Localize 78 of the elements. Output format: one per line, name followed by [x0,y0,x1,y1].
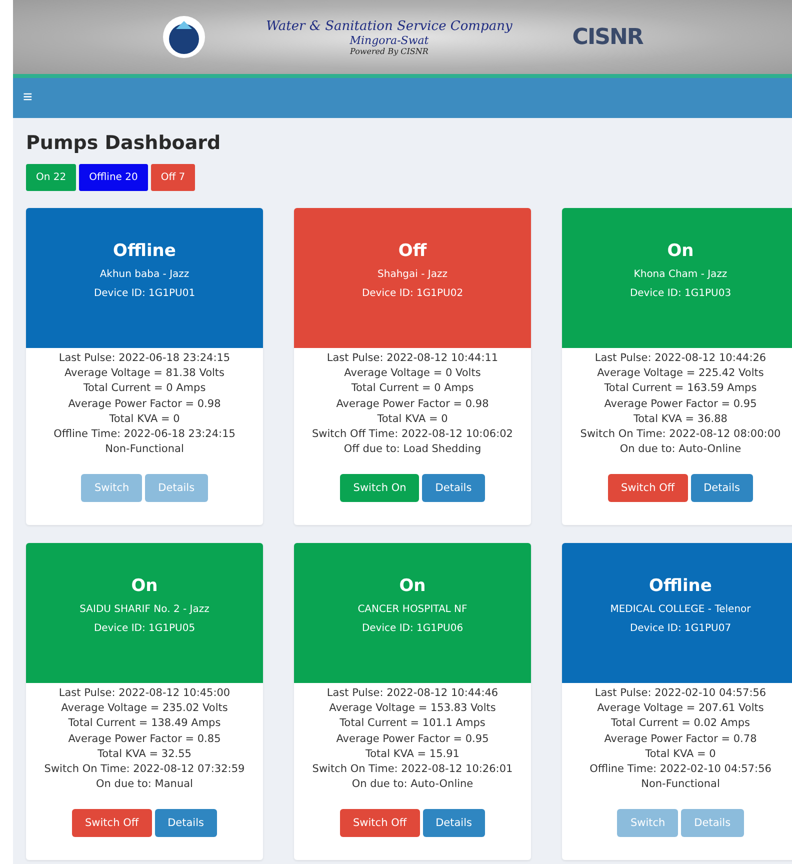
pump-reading: Average Voltage = 81.38 Volts [64,366,224,382]
pump-reading: Total KVA = 15.91 [366,746,460,762]
details-button[interactable]: Details [422,474,485,502]
pump-status: On [399,576,426,596]
partner-logo: CISNR [572,24,643,50]
status-count-badge: Off 7 [150,164,196,191]
pump-name: Khona Cham - Jazz [634,269,728,280]
pump-reading: Non-Functional [105,442,184,458]
pump-reading: Average Voltage = 153.83 Volts [329,701,496,716]
device-id: Device ID: 1G1PU03 [630,288,732,299]
pump-reading: Average Power Factor = 0.85 [68,732,221,747]
pump-reading: Total Current = 0 Amps [351,381,474,396]
pump-reading: Off due to: Load Shedding [344,442,482,458]
pump-name: Akhun baba - Jazz [100,269,190,280]
pump-reading: Switch On Time: 2022-08-12 10:26:01 [312,762,513,778]
pump-status: Offline [649,576,712,596]
details-button[interactable]: Details [690,474,753,502]
pump-reading: Last Pulse: 2022-08-12 10:44:26 [594,351,766,366]
pump-name: SAIDU SHARIF No. 2 - Jazz [80,604,210,615]
pump-reading: Average Voltage = 235.02 Volts [61,701,228,716]
pump-reading: Total KVA = 32.55 [98,746,192,762]
switch-button[interactable]: Switch Off [340,809,420,838]
pump-reading: Total KVA = 0 [377,412,448,427]
pump-name: CANCER HOSPITAL NF [358,604,468,615]
pump-reading: Total KVA = 36.88 [634,412,728,427]
company-name: Water & Sanitation Service Company [266,18,512,34]
device-id: Device ID: 1G1PU07 [630,623,732,634]
device-id: Device ID: 1G1PU01 [94,288,196,299]
pump-reading: Total Current = 0 Amps [83,381,206,396]
pump-reading: Total Current = 0.02 Amps [610,716,750,732]
details-button[interactable]: Details [154,809,217,838]
switch-button[interactable]: Switch On [340,474,420,502]
pump-reading: Last Pulse: 2022-06-18 23:24:15 [58,351,230,366]
pump-reading: On due to: Auto-Online [352,777,474,792]
company-location: Mingora-Swat [350,34,429,46]
pump-reading: Last Pulse: 2022-08-12 10:44:11 [326,351,498,366]
pump-reading: Average Voltage = 225.42 Volts [597,366,764,382]
pump-reading: Total Current = 163.59 Amps [604,381,757,396]
pump-reading: Total KVA = 0 [645,746,716,762]
pump-status: Off [398,241,427,261]
pump-reading: Switch On Time: 2022-08-12 08:00:00 [580,427,781,442]
pump-reading: Average Power Factor = 0.98 [68,396,221,412]
pump-status: Offline [113,241,176,261]
device-id: Device ID: 1G1PU06 [362,623,464,634]
pump-reading: On due to: Auto-Online [620,442,742,458]
switch-button[interactable]: Switch Off [72,809,152,838]
powered-by-text: Powered By CISNR [350,46,428,56]
pump-reading: Last Pulse: 2022-02-10 04:57:56 [594,686,766,701]
pump-reading: Average Power Factor = 0.78 [604,732,757,747]
pump-reading: Average Power Factor = 0.98 [336,396,489,412]
pump-reading: Total Current = 138.49 Amps [68,716,221,732]
pump-reading: Average Power Factor = 0.95 [604,396,757,412]
pump-status: On [131,576,158,596]
status-count-badge: Offline 20 [79,164,148,191]
details-button[interactable]: Details [422,809,485,838]
menu-button[interactable]: ≡ [23,89,32,107]
pump-reading: Average Power Factor = 0.95 [336,732,489,747]
pump-reading: Average Voltage = 0 Volts [344,366,481,382]
pump-name: Shahgai - Jazz [378,269,448,280]
pump-status: On [667,241,694,261]
pump-reading: On due to: Manual [96,777,193,792]
pump-reading: Total KVA = 0 [109,412,180,427]
pump-reading: Offline Time: 2022-06-18 23:24:15 [54,427,236,442]
pump-reading: Offline Time: 2022-02-10 04:57:56 [590,762,772,778]
page-title: Pumps Dashboard [26,132,222,154]
pump-reading: Total Current = 101.1 Amps [340,716,486,732]
switch-button[interactable]: Switch Off [608,474,688,502]
company-logo-icon [162,15,206,59]
pump-reading: Switch On Time: 2022-08-12 07:32:59 [44,762,245,778]
pump-reading: Average Voltage = 207.61 Volts [597,701,764,716]
pump-name: MEDICAL COLLEGE - Telenor [610,604,751,615]
pump-reading: Last Pulse: 2022-08-12 10:45:00 [58,686,230,701]
device-id: Device ID: 1G1PU05 [94,623,196,634]
pump-reading: Non-Functional [641,777,720,792]
pump-reading: Switch Off Time: 2022-08-12 10:06:02 [312,427,513,442]
device-id: Device ID: 1G1PU02 [362,288,464,299]
status-count-badge: On 22 [26,164,76,191]
pump-reading: Last Pulse: 2022-08-12 10:44:46 [326,686,498,701]
